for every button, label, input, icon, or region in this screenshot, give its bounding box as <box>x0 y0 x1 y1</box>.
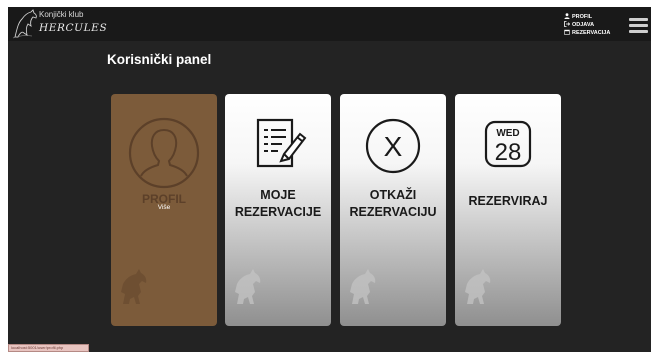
menu-item-profile[interactable]: PROFIL <box>564 12 630 21</box>
menu-item-label: PROFIL <box>572 14 593 20</box>
horse-silhouette-icon <box>465 269 491 304</box>
club-logo[interactable]: Konjički klub HERCULES <box>12 9 122 39</box>
menu-item-label: ODJAVA <box>572 22 595 28</box>
menu-item-logout[interactable]: ODJAVA <box>564 20 630 29</box>
card-label-line1: OTKAŽI <box>369 188 417 202</box>
cancel-glyph: X <box>384 131 403 162</box>
card-label-line1: MOJE <box>260 188 296 202</box>
horse-silhouette-icon <box>121 269 147 304</box>
calendar-day-name: WED <box>496 128 519 139</box>
calendar-day-number: 28 <box>495 139 522 166</box>
browser-status-bar: localhost:5001/user/profil.php <box>8 344 89 352</box>
more-link[interactable]: Više <box>111 204 217 211</box>
card-label-line2: REZERVACIJE <box>234 205 322 219</box>
calendar-icon <box>564 29 570 38</box>
hamburger-line <box>629 24 648 27</box>
hamburger-menu-button[interactable] <box>628 15 650 35</box>
card-cancel-reservation[interactable]: X OTKAŽI REZERVACIJU <box>340 94 446 326</box>
card-label: REZERVIRAJ <box>468 194 548 208</box>
cancel-circle-icon: X <box>365 118 421 174</box>
menu-item-reservation[interactable]: REZERVACIJA <box>564 29 630 37</box>
horse-logo-icon <box>12 9 37 39</box>
card-label-line2: REZERVACIJU <box>349 205 437 219</box>
card-my-reservations[interactable]: MOJE REZERVACIJE <box>225 94 331 326</box>
card-reserve[interactable]: WED 28 REZERVIRAJ <box>455 94 561 326</box>
user-circle-icon <box>128 117 200 189</box>
horse-silhouette-icon <box>350 269 376 304</box>
logo-subtitle: Konjički klub <box>39 10 84 19</box>
page-title: Korisnički panel <box>107 52 212 67</box>
app-viewport: Konjički klub HERCULES PROFIL ODJAVA REZ… <box>8 7 651 352</box>
top-navbar: Konjički klub HERCULES PROFIL ODJAVA REZ… <box>8 7 651 41</box>
calendar-day-icon: WED 28 <box>484 120 532 168</box>
card-profile[interactable]: PROFIL Više <box>111 94 217 326</box>
hamburger-line <box>629 30 648 33</box>
logo-title: HERCULES <box>39 22 108 34</box>
horse-silhouette-icon <box>235 269 261 304</box>
top-menu: PROFIL ODJAVA REZERVACIJA <box>564 12 630 37</box>
menu-item-label: REZERVACIJA <box>572 30 611 36</box>
edit-document-icon <box>256 118 307 168</box>
hamburger-line <box>629 18 648 21</box>
